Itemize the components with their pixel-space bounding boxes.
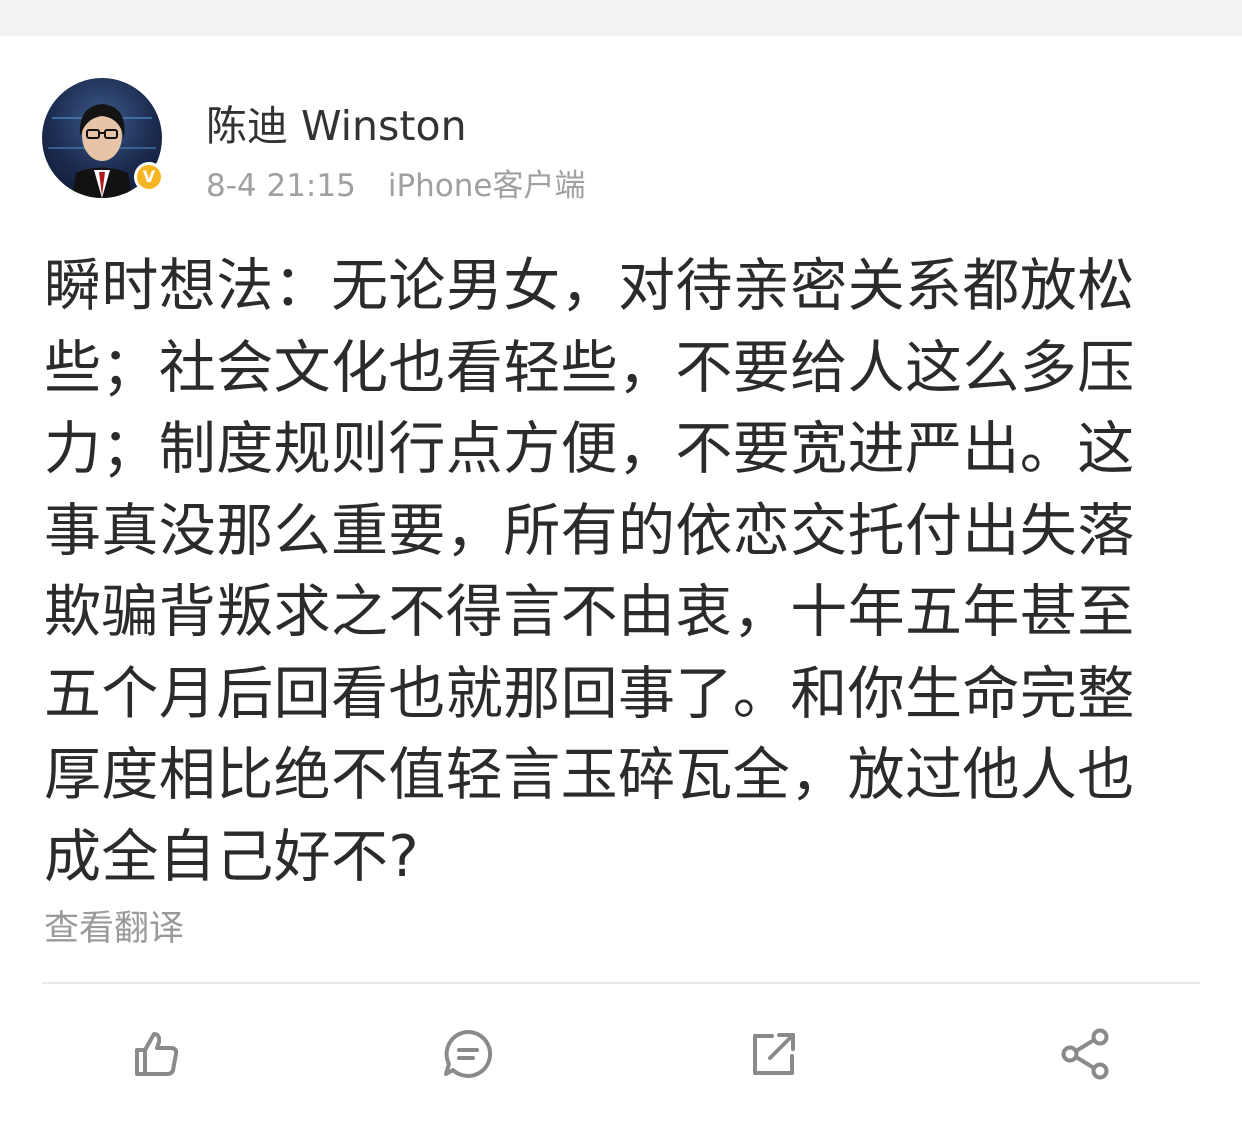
- divider: [42, 982, 1200, 984]
- post-line: 力；制度规则行点方便，不要宽进严出。这: [44, 416, 1135, 482]
- post-line: 些；社会文化也看轻些，不要给人这么多压: [44, 334, 1135, 401]
- share-button[interactable]: [1056, 1024, 1116, 1084]
- comment-icon: [444, 1029, 493, 1078]
- verified-badge-icon: V: [134, 162, 164, 192]
- like-button[interactable]: [126, 1024, 186, 1084]
- thumbs-up-icon: [135, 1032, 179, 1076]
- post-source: iPhone客户端: [387, 168, 586, 204]
- post-line: 欺骗背叛求之不得言不由衷，十年五年甚至: [44, 579, 1135, 645]
- author-avatar[interactable]: V: [42, 78, 164, 198]
- comment-button[interactable]: [438, 1024, 498, 1084]
- post-line: 成全自己好不?: [44, 823, 420, 890]
- post-line: 厚度相比绝不值轻言玉碎瓦全，放过他人也: [44, 742, 1135, 808]
- post-line: 五个月后回看也就那回事了。和你生命完整: [44, 660, 1135, 727]
- post-meta: 8-4 21:15 iPhone客户端: [206, 160, 585, 205]
- post-body: 瞬时想法：无论男女，对待亲密关系都放松 些；社会文化也看轻些，不要给人这么多压 …: [44, 246, 1154, 898]
- translate-link[interactable]: 查看翻译: [44, 900, 184, 951]
- post-line: 事真没那么重要，所有的依恋交托付出失落: [44, 497, 1135, 564]
- repost-icon: [753, 1033, 795, 1075]
- repost-button[interactable]: [744, 1024, 804, 1084]
- top-strip: [0, 0, 1242, 36]
- post-time: 8-4 21:15: [206, 168, 356, 204]
- share-icon: [1061, 1028, 1109, 1080]
- post-line: 瞬时想法：无论男女，对待亲密关系都放松: [44, 253, 1135, 319]
- author-name[interactable]: 陈迪 Winston: [206, 92, 467, 152]
